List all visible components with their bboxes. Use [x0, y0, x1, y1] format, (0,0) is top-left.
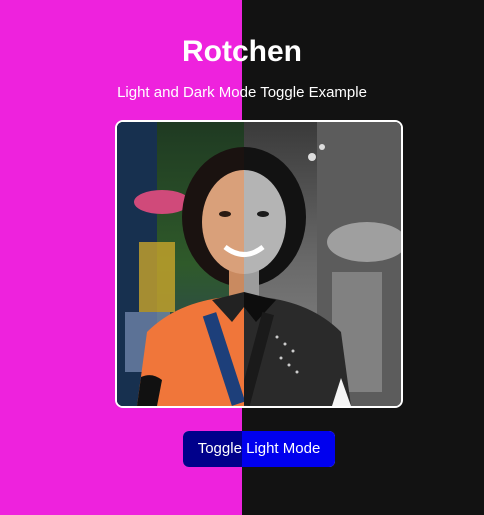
page-title: Rotchen — [182, 35, 302, 68]
page-subtitle: Light and Dark Mode Toggle Example — [117, 84, 367, 101]
portrait-image — [117, 122, 401, 406]
profile-photo — [115, 120, 403, 408]
toggle-mode-button[interactable]: Toggle Light Mode — [183, 431, 335, 467]
toggle-button-label: Toggle Light Mode — [197, 440, 321, 457]
